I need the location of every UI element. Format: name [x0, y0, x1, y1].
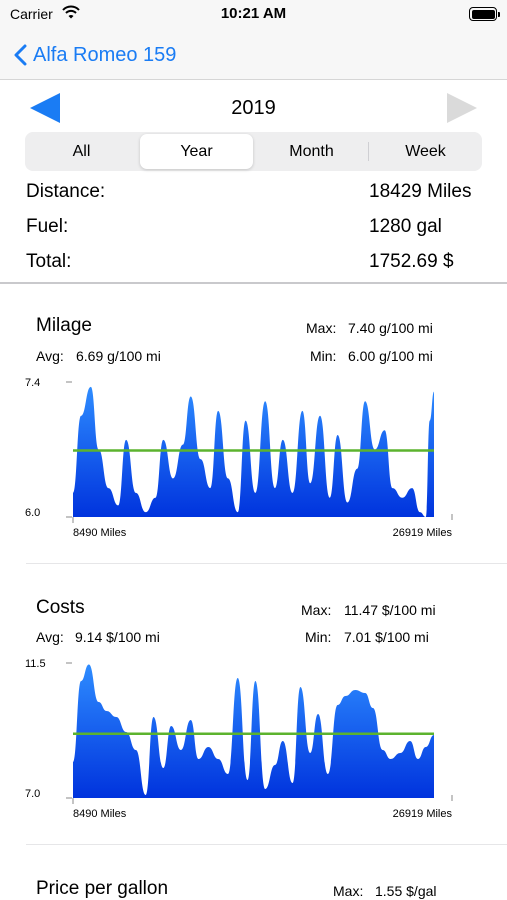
max-value: 7.40 g/100 mi — [348, 320, 433, 336]
min-value: 7.01 $/100 mi — [344, 629, 429, 645]
segment-week[interactable]: Week — [369, 132, 482, 171]
min-value: 6.00 g/100 mi — [348, 348, 433, 364]
costs-card: Costs Max: 11.47 $/100 mi Avg: 9.14 $/10… — [0, 565, 507, 845]
segment-year[interactable]: Year — [140, 134, 253, 169]
x-tick-label-end: 26919 Miles — [393, 527, 453, 539]
max-value: 11.47 $/100 mi — [344, 602, 436, 618]
avg-value: 9.14 $/100 mi — [75, 629, 160, 645]
min-label: Min: — [305, 629, 332, 645]
milage-chart: 7.4 6.0 8490 Miles 26919 Miles — [25, 377, 453, 539]
y-tick-label-top: 11.5 — [25, 658, 46, 670]
card-title: Costs — [36, 597, 85, 618]
max-label: Max: — [333, 883, 364, 899]
back-button[interactable]: Alfa Romeo 159 — [14, 40, 176, 70]
y-tick-label-top: 7.4 — [25, 377, 40, 389]
series-area — [73, 664, 434, 798]
year-selector: 2019 — [0, 88, 507, 130]
period-segmented-control: All Year Month Week — [25, 132, 482, 171]
x-tick-label-end: 26919 Miles — [393, 808, 453, 820]
avg-label: Avg: — [36, 629, 64, 645]
card-divider — [26, 844, 507, 845]
fuel-label: Fuel: — [26, 216, 69, 237]
card-title: Price per gallon — [36, 878, 169, 899]
max-label: Max: — [301, 602, 332, 618]
next-period-button[interactable] — [445, 91, 479, 130]
back-button-label: Alfa Romeo 159 — [33, 43, 177, 66]
max-label: Max: — [306, 320, 337, 336]
x-tick-label-start: 8490 Miles — [73, 808, 127, 820]
avg-value: 6.69 g/100 mi — [76, 348, 161, 364]
triangle-right-icon — [447, 93, 477, 123]
battery-icon — [469, 7, 500, 21]
segment-all[interactable]: All — [25, 132, 138, 171]
y-tick-label-bottom: 7.0 — [25, 788, 40, 800]
avg-label: Avg: — [36, 348, 64, 364]
navigation-bar: Alfa Romeo 159 — [0, 30, 507, 80]
segment-month[interactable]: Month — [255, 132, 368, 171]
min-label: Min: — [310, 348, 337, 364]
max-value: 1.55 $/gal — [375, 883, 437, 899]
distance-label: Distance: — [26, 181, 106, 202]
total-label: Total: — [26, 251, 72, 272]
clock: 10:21 AM — [220, 5, 287, 22]
price-per-gallon-card: Price per gallon Max: 1.55 $/gal — [0, 846, 507, 900]
period-year: 2019 — [231, 97, 276, 119]
card-title: Milage — [36, 315, 92, 336]
milage-card: Milage Max: 7.40 g/100 mi Avg: 6.69 g/10… — [0, 284, 507, 564]
status-bar: Carrier 10:21 AM — [0, 0, 507, 30]
costs-chart: 11.5 7.0 8490 Miles 26919 Miles — [25, 658, 453, 820]
total-value: 1752.69 $ — [369, 251, 454, 272]
x-tick-label-start: 8490 Miles — [73, 527, 127, 539]
fuel-value: 1280 gal — [369, 216, 442, 237]
y-tick-label-bottom: 6.0 — [25, 507, 40, 519]
series-area — [73, 386, 434, 517]
chevron-left-icon — [14, 44, 27, 66]
card-divider — [26, 563, 507, 564]
distance-value: 18429 Miles — [369, 181, 472, 202]
